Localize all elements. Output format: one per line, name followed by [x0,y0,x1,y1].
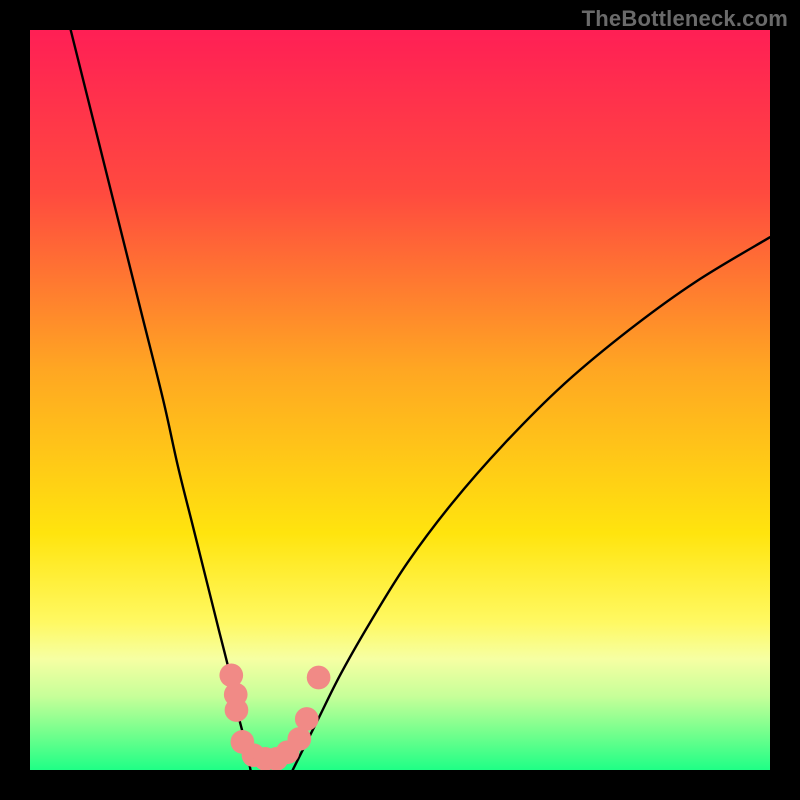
watermark-text: TheBottleneck.com [582,6,788,32]
plot-area [30,30,770,770]
chart-frame: TheBottleneck.com [0,0,800,800]
marker-dot [295,707,319,731]
marker-dot [225,698,249,722]
gradient-background [30,30,770,770]
chart-svg [30,30,770,770]
marker-dot [307,666,331,690]
